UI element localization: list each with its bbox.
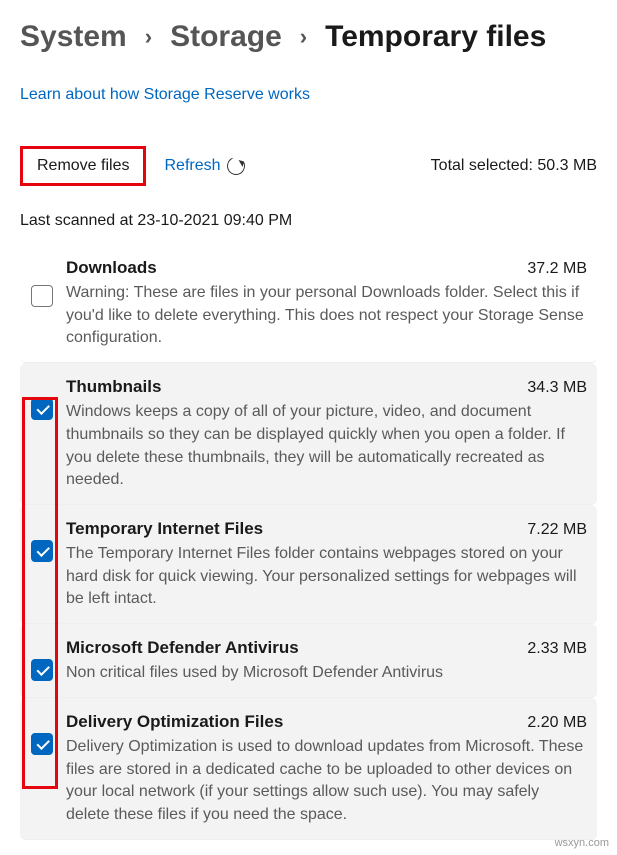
file-body: Downloads 37.2 MB Warning: These are fil… [66,256,587,350]
file-description: Warning: These are files in your persona… [66,282,587,350]
file-item[interactable]: Thumbnails 34.3 MB Windows keeps a copy … [20,363,597,505]
file-item[interactable]: Microsoft Defender Antivirus 2.33 MB Non… [20,624,597,698]
checkbox-wrap [30,284,54,308]
file-title: Microsoft Defender Antivirus [66,638,299,658]
file-size: 2.20 MB [527,714,587,732]
breadcrumb: System › Storage › Temporary files [20,20,597,54]
remove-files-button[interactable]: Remove files [23,149,143,183]
file-size: 37.2 MB [527,260,587,278]
total-selected: Total selected: 50.3 MB [431,157,597,175]
breadcrumb-current: Temporary files [325,20,546,54]
action-row: Remove files Refresh Total selected: 50.… [20,146,597,186]
file-size: 2.33 MB [527,640,587,658]
file-head: Temporary Internet Files 7.22 MB [66,519,587,539]
watermark: wsxyn.com [555,837,609,849]
file-description: The Temporary Internet Files folder cont… [66,543,587,611]
breadcrumb-system[interactable]: System [20,20,127,54]
refresh-icon [224,154,247,177]
file-title: Thumbnails [66,377,161,397]
learn-link[interactable]: Learn about how Storage Reserve works [20,86,310,104]
file-body: Temporary Internet Files 7.22 MB The Tem… [66,517,587,611]
breadcrumb-storage[interactable]: Storage [170,20,282,54]
file-description: Windows keeps a copy of all of your pict… [66,401,587,492]
highlight-checkboxes [22,397,58,789]
file-head: Delivery Optimization Files 2.20 MB [66,712,587,732]
file-title: Delivery Optimization Files [66,712,283,732]
chevron-right-icon: › [300,24,307,50]
file-title: Temporary Internet Files [66,519,263,539]
file-description: Non critical files used by Microsoft Def… [66,662,587,685]
file-title: Downloads [66,258,157,278]
refresh-button[interactable]: Refresh [164,157,244,175]
file-list: Downloads 37.2 MB Warning: These are fil… [20,244,597,840]
file-head: Microsoft Defender Antivirus 2.33 MB [66,638,587,658]
file-item[interactable]: Temporary Internet Files 7.22 MB The Tem… [20,505,597,624]
file-body: Thumbnails 34.3 MB Windows keeps a copy … [66,375,587,492]
checkbox[interactable] [31,285,53,307]
file-size: 7.22 MB [527,521,587,539]
file-description: Delivery Optimization is used to downloa… [66,736,587,827]
last-scanned-text: Last scanned at 23-10-2021 09:40 PM [20,212,597,230]
file-item[interactable]: Downloads 37.2 MB Warning: These are fil… [20,244,597,363]
file-head: Downloads 37.2 MB [66,258,587,278]
chevron-right-icon: › [145,24,152,50]
file-size: 34.3 MB [527,379,587,397]
file-item[interactable]: Delivery Optimization Files 2.20 MB Deli… [20,698,597,840]
file-body: Microsoft Defender Antivirus 2.33 MB Non… [66,636,587,685]
highlight-remove: Remove files [20,146,146,186]
refresh-label: Refresh [164,157,220,175]
file-head: Thumbnails 34.3 MB [66,377,587,397]
file-body: Delivery Optimization Files 2.20 MB Deli… [66,710,587,827]
